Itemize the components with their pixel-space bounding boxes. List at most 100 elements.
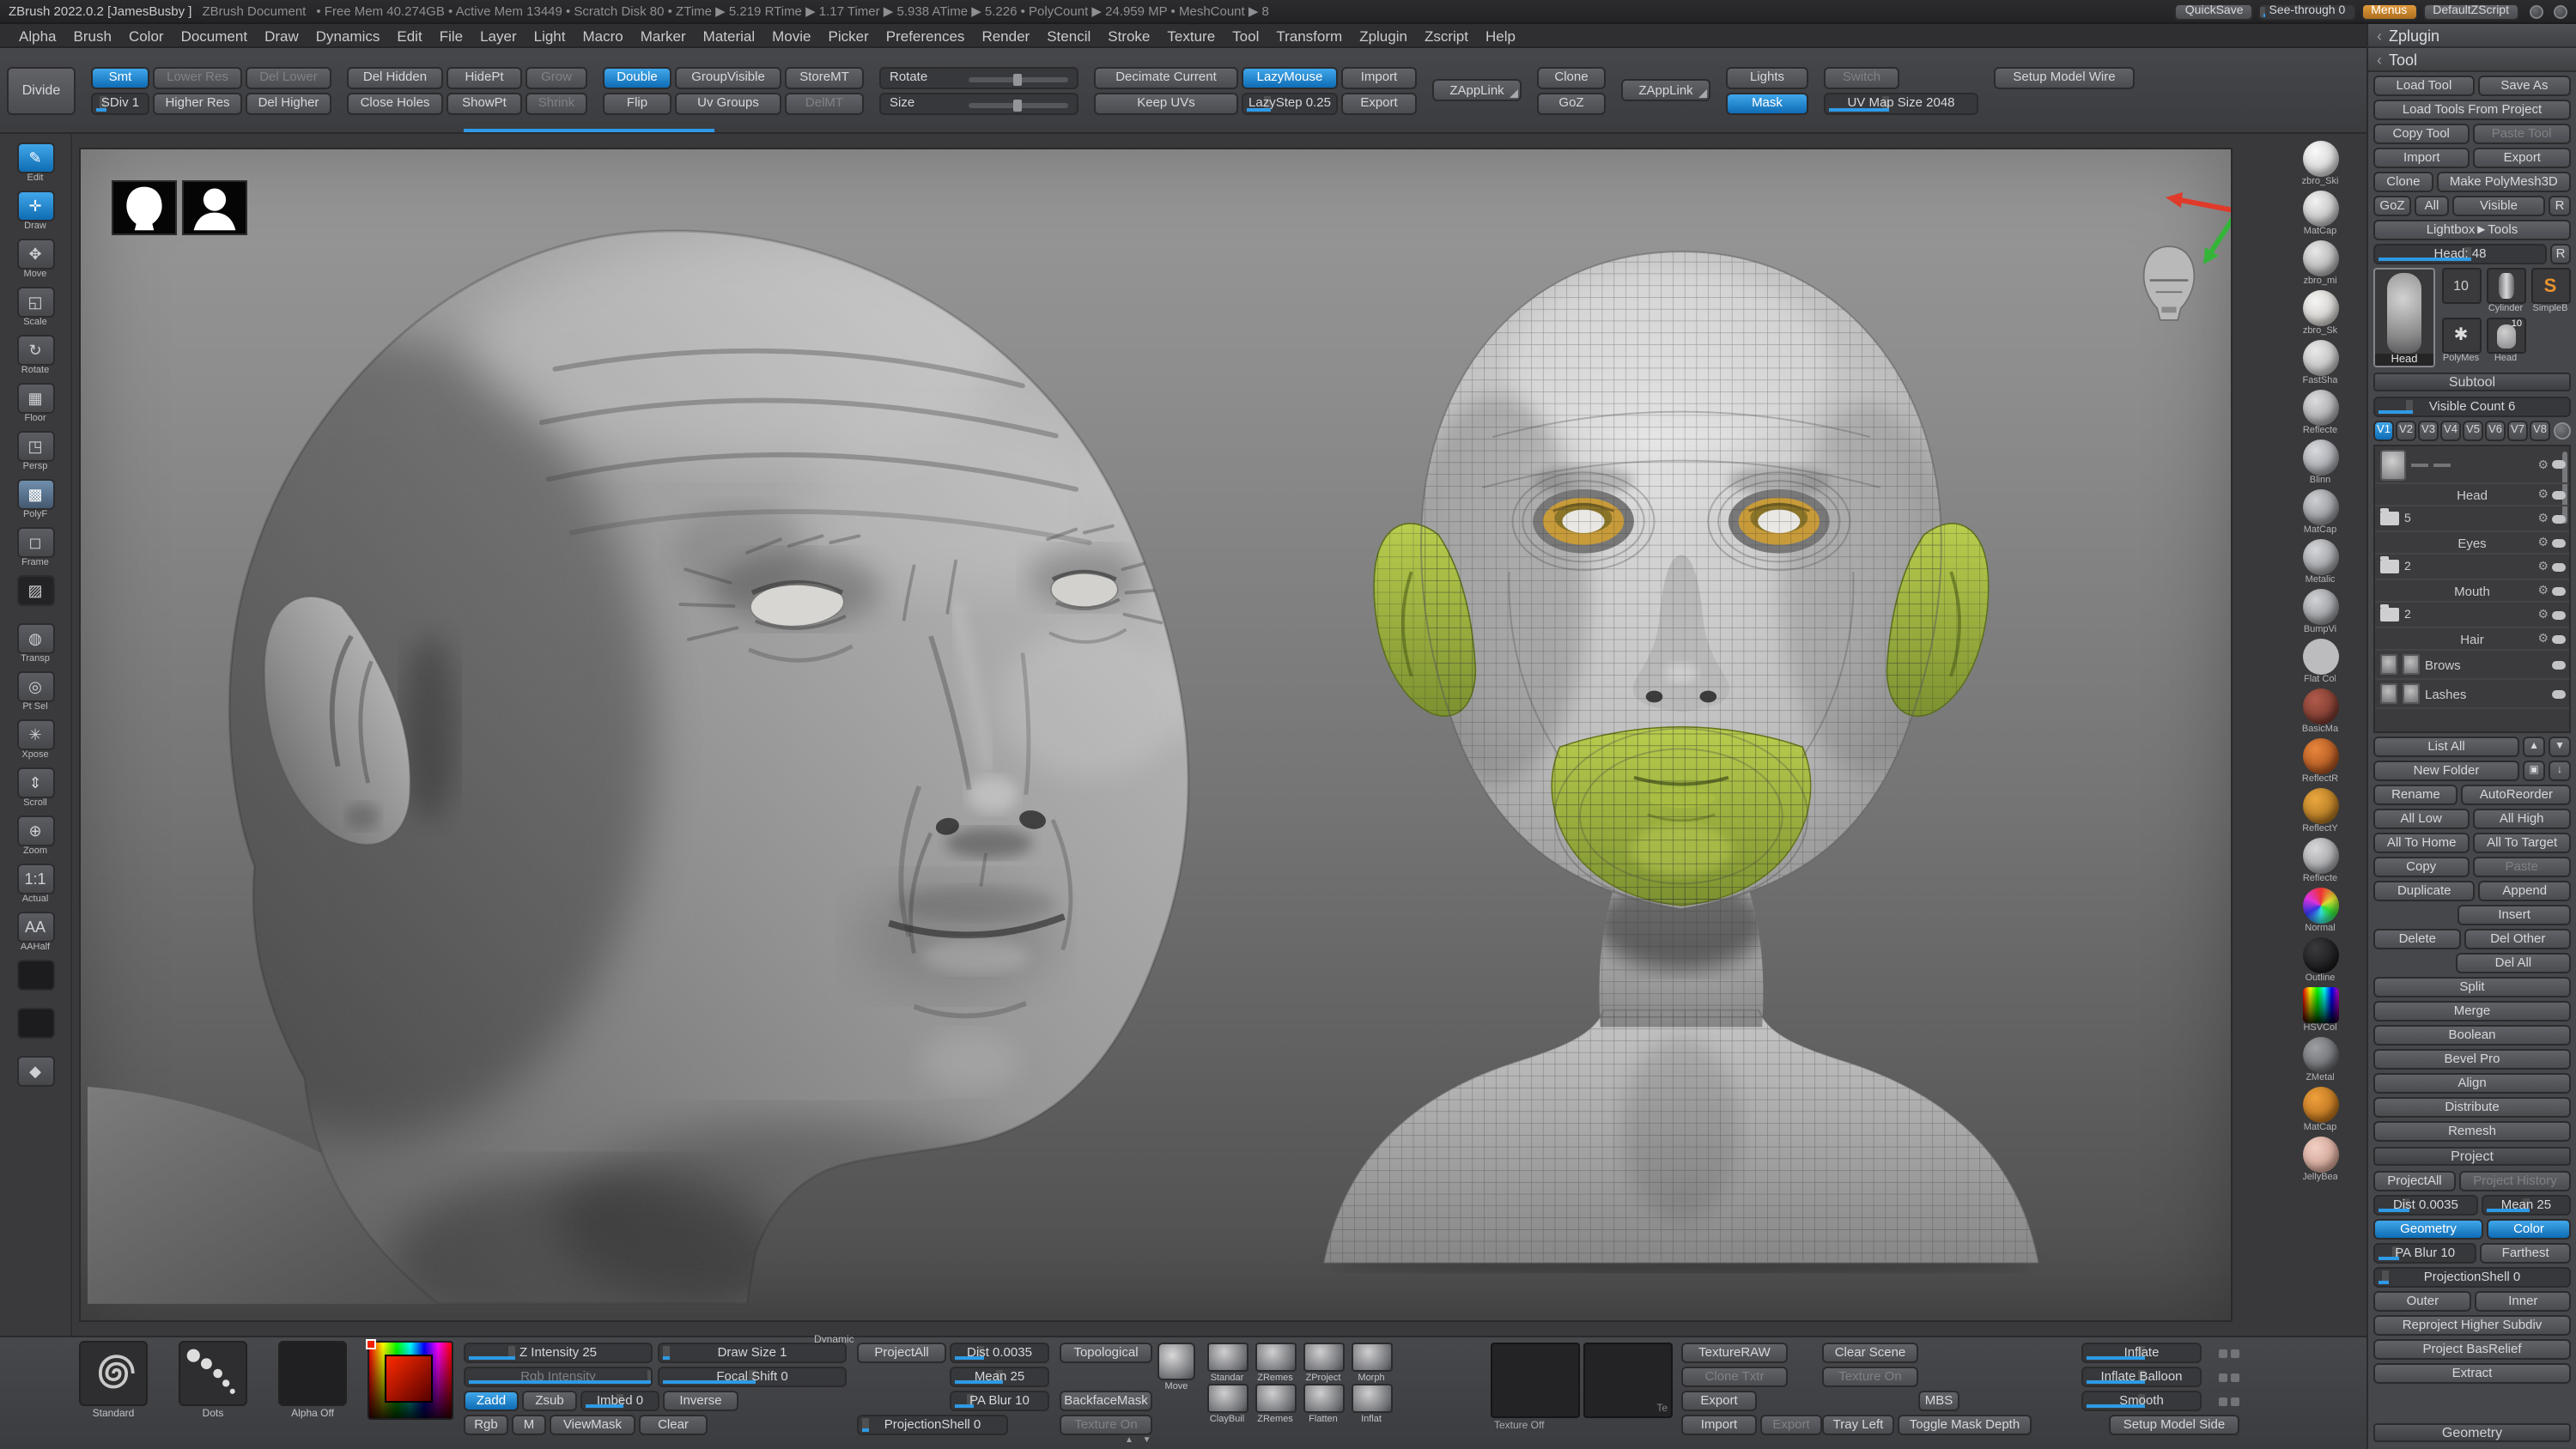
titlebar-button[interactable]: QuickSave <box>2175 3 2254 20</box>
brush-thumb[interactable]: Flatten <box>1302 1384 1345 1425</box>
panel-button[interactable]: Visible <box>2452 196 2545 216</box>
shelf-button[interactable]: Texture On <box>1822 1367 1918 1387</box>
panel-button[interactable]: Make PolyMesh3D <box>2437 172 2571 192</box>
menu-item[interactable]: Layer <box>471 27 526 44</box>
gear-icon[interactable]: ⚙ <box>2537 584 2549 597</box>
shelf-button[interactable]: Rgb <box>464 1415 508 1435</box>
shelf-button[interactable]: MBS <box>1918 1391 1959 1411</box>
menu-item[interactable]: Help <box>1477 27 1524 44</box>
shelf-button[interactable]: Double <box>603 66 671 88</box>
icon-button[interactable]: ▼ <box>2549 737 2571 757</box>
session-icon[interactable] <box>2530 4 2543 18</box>
panel-button[interactable]: Duplicate <box>2373 881 2475 901</box>
panel-button[interactable]: Project BasRelief <box>2373 1339 2571 1360</box>
panel-button[interactable]: Project History <box>2459 1171 2571 1191</box>
shelf-button[interactable]: Z Intensity 25 <box>464 1343 653 1363</box>
shelf-button[interactable]: Texture On <box>1060 1415 1152 1435</box>
gear-icon[interactable]: ⚙ <box>2537 560 2549 573</box>
menu-item[interactable]: Movie <box>763 27 819 44</box>
toolbar-item[interactable] <box>16 1008 54 1051</box>
panel-slider[interactable]: Visible Count 6 <box>2373 397 2571 417</box>
panel-button[interactable]: Save As <box>2478 76 2571 96</box>
shelf-button[interactable]: HidePt <box>447 66 522 88</box>
material-swatch[interactable]: FastSha <box>2302 340 2338 388</box>
toolbar-item[interactable]: ⊕ Zoom <box>16 815 54 858</box>
shelf-button[interactable]: Smooth <box>2081 1391 2202 1411</box>
panel-button[interactable]: Rename <box>2373 785 2458 805</box>
shelf-button[interactable] <box>2205 1343 2239 1363</box>
toolbar-item[interactable]: ↻ Rotate <box>16 335 54 378</box>
brush-thumb[interactable]: ClayBuil <box>1206 1384 1249 1425</box>
active-tool-thumbnail[interactable]: Head <box>2373 268 2435 367</box>
panel-button[interactable]: Copy Tool <box>2373 124 2469 144</box>
view-tab[interactable]: V1 <box>2373 421 2394 441</box>
toolbar-item[interactable]: ◍ Transp <box>16 623 54 666</box>
material-swatch[interactable]: MatCap <box>2302 191 2338 239</box>
material-swatch[interactable]: ZMetal <box>2302 1037 2338 1085</box>
shelf-button[interactable]: LazyMouse <box>1242 66 1338 88</box>
material-swatch[interactable]: Flat Col <box>2302 639 2338 687</box>
view-tab[interactable]: V8 <box>2530 421 2550 441</box>
panel-button[interactable]: Lightbox►Tools <box>2373 220 2571 240</box>
subtool-group-row[interactable]: Head ⚙ <box>2375 484 2569 506</box>
menu-item[interactable]: Document <box>173 27 257 44</box>
panel-button[interactable]: Import <box>2373 148 2470 168</box>
shelf-button[interactable]: PA Blur 10 <box>950 1391 1049 1411</box>
gear-icon[interactable]: ⚙ <box>2537 512 2549 525</box>
color-picker[interactable] <box>368 1341 453 1420</box>
panel-button[interactable]: Reproject Higher Subdiv <box>2373 1315 2571 1336</box>
view-tab[interactable]: V7 <box>2507 421 2528 441</box>
panel-button[interactable]: Inner <box>2476 1291 2571 1312</box>
panel-button[interactable]: Color <box>2487 1219 2571 1240</box>
toolbar-item[interactable]: ✥ Move <box>16 239 54 282</box>
panel-button[interactable]: All Low <box>2373 809 2469 829</box>
shelf-button[interactable]: TextureRAW <box>1681 1343 1788 1363</box>
menu-item[interactable]: Texture <box>1158 27 1224 44</box>
shelf-button[interactable]: Uv Groups <box>675 92 781 114</box>
panel-slider[interactable]: Dist 0.0035 <box>2373 1195 2478 1216</box>
panel-button[interactable]: Paste Tool <box>2472 124 2571 144</box>
material-swatch[interactable]: BasicMa <box>2302 688 2338 737</box>
view-tab[interactable]: V5 <box>2463 421 2483 441</box>
shelf-button[interactable]: Import <box>1341 66 1417 88</box>
eye-icon[interactable] <box>2552 586 2566 595</box>
shelf-button[interactable]: Focal Shift 0 <box>658 1367 847 1387</box>
brush-thumb[interactable]: ZRemes <box>1254 1384 1297 1425</box>
eye-icon[interactable] <box>2552 514 2566 523</box>
toolbar-item[interactable]: ▨ <box>16 575 54 618</box>
gear-icon[interactable]: ⚙ <box>2537 536 2549 549</box>
panel-button[interactable]: Remesh <box>2373 1121 2571 1142</box>
shelf-button[interactable]: Clone Txtr <box>1681 1367 1788 1387</box>
subtool-group-row[interactable]: Mouth ⚙ <box>2375 580 2569 603</box>
toolbar-item[interactable]: ▦ Floor <box>16 383 54 426</box>
shelf-button[interactable]: SDiv 1 <box>91 92 149 114</box>
panel-button[interactable]: R <box>2550 244 2571 264</box>
shelf-button[interactable]: Inflate <box>2081 1343 2202 1363</box>
menu-item[interactable]: Tool <box>1224 27 1267 44</box>
texture-slot-off[interactable]: Texture Off <box>1491 1343 1580 1418</box>
shelf-button[interactable]: Setup Model Wire <box>1994 66 2135 88</box>
panel-button[interactable]: All High <box>2472 809 2571 829</box>
menu-item[interactable]: Picker <box>820 27 878 44</box>
view-tab[interactable]: V6 <box>2485 421 2506 441</box>
panel-button[interactable]: Load Tool <box>2373 76 2475 96</box>
shelf-button[interactable] <box>2205 1391 2239 1411</box>
view-tab[interactable]: V4 <box>2440 421 2461 441</box>
subtool-item-row[interactable]: Brows <box>2375 651 2569 680</box>
subtool-folder-row[interactable]: 5 ⚙ <box>2375 506 2569 532</box>
view-tab[interactable]: V3 <box>2418 421 2439 441</box>
shelf-button[interactable]: ViewMask <box>550 1415 635 1435</box>
titlebar-button[interactable]: See-through 0 <box>2259 3 2356 20</box>
current-alpha-thumb[interactable]: Alpha Off <box>278 1341 347 1420</box>
eye-icon[interactable] <box>2552 460 2566 469</box>
shelf-button[interactable]: Imbed 0 <box>580 1391 659 1411</box>
toolbar-item[interactable]: ◱ Scale <box>16 287 54 330</box>
subtool-folder-row[interactable]: 2 ⚙ <box>2375 603 2569 628</box>
subtool-group-row[interactable]: Hair ⚙ <box>2375 628 2569 651</box>
panel-button[interactable]: Del All <box>2456 953 2571 973</box>
material-swatch[interactable]: zbro_Ski <box>2302 141 2339 189</box>
menu-item[interactable]: Material <box>695 27 763 44</box>
shelf-button[interactable]: ZAppLink <box>1432 79 1522 101</box>
shelf-button[interactable]: Rgb Intensity <box>464 1367 653 1387</box>
panel-slider[interactable]: PA Blur 10 <box>2373 1243 2476 1264</box>
